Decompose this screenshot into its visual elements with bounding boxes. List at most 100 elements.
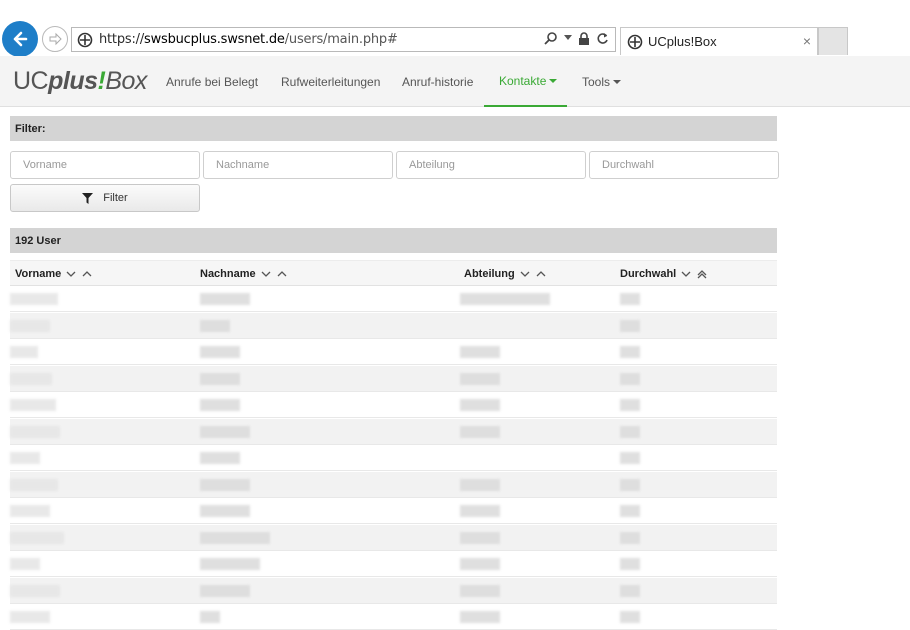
- redacted-cell: [10, 611, 50, 623]
- extension-filter-input[interactable]: Durchwahl: [589, 151, 779, 179]
- sort-up-icon[interactable]: [277, 271, 287, 277]
- department-filter-input[interactable]: Abteilung: [396, 151, 586, 179]
- nav-item-anrufe-bei-belegt[interactable]: Anrufe bei Belegt: [166, 56, 258, 107]
- redacted-cell: [460, 611, 500, 623]
- redacted-cell: [200, 611, 220, 623]
- table-header: Vorname Nachname Abteilung Durchwahl: [10, 260, 777, 286]
- redacted-cell: [10, 425, 60, 438]
- globe-icon: [76, 31, 94, 49]
- table-row[interactable]: [10, 339, 777, 365]
- redacted-cell: [200, 319, 230, 332]
- table-row[interactable]: [10, 577, 777, 604]
- lastname-filter-input[interactable]: Nachname: [203, 151, 393, 179]
- column-header-firstname[interactable]: Vorname: [15, 261, 92, 287]
- redacted-cell: [620, 558, 640, 570]
- redacted-cell: [460, 478, 500, 491]
- redacted-cell: [10, 558, 40, 570]
- redacted-cell: [200, 584, 250, 597]
- redacted-cell: [200, 478, 250, 491]
- table-row[interactable]: [10, 312, 777, 339]
- redacted-cell: [460, 584, 500, 597]
- arrow-right-icon: [49, 32, 62, 46]
- filter-heading: Filter:: [10, 116, 777, 141]
- nav-item-anruf-historie[interactable]: Anruf-historie: [402, 56, 473, 107]
- refresh-icon[interactable]: [596, 32, 609, 45]
- column-header-department[interactable]: Abteilung: [464, 261, 546, 287]
- redacted-cell: [620, 425, 640, 438]
- sort-up-icon[interactable]: [82, 271, 92, 277]
- redacted-cell: [10, 372, 52, 385]
- redacted-cell: [200, 531, 270, 544]
- nav-item-rufweiterleitungen[interactable]: Rufweiterleitungen: [281, 56, 380, 107]
- redacted-cell: [200, 346, 240, 358]
- redacted-cell: [460, 505, 500, 517]
- redacted-cell: [620, 531, 640, 544]
- redacted-cell: [460, 425, 500, 438]
- nav-item-kontakte[interactable]: Kontakte: [484, 56, 567, 107]
- redacted-cell: [620, 346, 640, 358]
- redacted-cell: [10, 505, 50, 517]
- redacted-cell: [200, 558, 260, 570]
- redacted-cell: [460, 346, 500, 358]
- column-header-lastname[interactable]: Nachname: [200, 261, 287, 287]
- redacted-cell: [200, 452, 240, 464]
- forward-button[interactable]: [42, 26, 68, 52]
- sort-up-icon[interactable]: [536, 271, 546, 277]
- funnel-icon: [82, 192, 94, 204]
- redacted-cell: [10, 319, 50, 332]
- redacted-cell: [10, 346, 38, 358]
- sort-down-icon[interactable]: [66, 271, 76, 277]
- redacted-cell: [10, 478, 58, 491]
- redacted-cell: [460, 372, 500, 385]
- redacted-cell: [10, 584, 60, 597]
- arrow-left-icon: [13, 31, 28, 47]
- nav-item-tools[interactable]: Tools: [582, 56, 622, 107]
- address-bar[interactable]: https://swsbucplus.swsnet.de/users/main.…: [71, 27, 616, 52]
- redacted-cell: [620, 505, 640, 517]
- caret-down-icon: [549, 78, 558, 83]
- redacted-cell: [460, 531, 500, 544]
- redacted-cell: [460, 558, 500, 570]
- table-row[interactable]: [10, 418, 777, 445]
- sort-down-icon[interactable]: [681, 271, 691, 277]
- user-count-heading: 192 User: [10, 228, 777, 253]
- caret-down-icon: [613, 79, 622, 84]
- close-icon[interactable]: ×: [803, 33, 811, 49]
- sort-up-double-icon[interactable]: [697, 269, 707, 279]
- table-row[interactable]: [10, 498, 777, 524]
- table-row[interactable]: [10, 471, 777, 498]
- column-header-extension[interactable]: Durchwahl: [620, 261, 707, 287]
- redacted-cell: [200, 372, 240, 385]
- redacted-cell: [620, 584, 640, 597]
- url-text: https://swsbucplus.swsnet.de/users/main.…: [99, 32, 398, 47]
- app-logo[interactable]: UCplus!Box: [13, 67, 147, 96]
- redacted-cell: [10, 452, 40, 464]
- redacted-cell: [200, 399, 240, 411]
- browser-tab[interactable]: UCplus!Box ×: [620, 27, 818, 55]
- redacted-cell: [10, 531, 64, 544]
- app-navbar: UCplus!Box Anrufe bei Belegt Rufweiterle…: [0, 56, 910, 107]
- sort-down-icon[interactable]: [261, 271, 271, 277]
- search-icon[interactable]: [544, 31, 558, 45]
- table-row[interactable]: [10, 604, 777, 630]
- lock-icon[interactable]: [578, 31, 590, 45]
- table-row[interactable]: [10, 286, 777, 312]
- firstname-filter-input[interactable]: Vorname: [10, 151, 200, 179]
- table-row[interactable]: [10, 365, 777, 392]
- redacted-cell: [200, 293, 250, 305]
- redacted-cell: [620, 293, 640, 305]
- redacted-cell: [620, 372, 640, 385]
- table-row[interactable]: [10, 551, 777, 577]
- redacted-cell: [620, 611, 640, 623]
- redacted-cell: [10, 399, 56, 411]
- dropdown-icon[interactable]: [564, 35, 572, 41]
- table-row[interactable]: [10, 524, 777, 551]
- redacted-cell: [10, 293, 58, 305]
- filter-button[interactable]: Filter: [10, 184, 200, 212]
- table-row[interactable]: [10, 392, 777, 418]
- back-button[interactable]: [2, 21, 38, 57]
- new-tab-button[interactable]: [818, 27, 848, 55]
- sort-down-icon[interactable]: [520, 271, 530, 277]
- redacted-cell: [620, 452, 640, 464]
- table-row[interactable]: [10, 445, 777, 471]
